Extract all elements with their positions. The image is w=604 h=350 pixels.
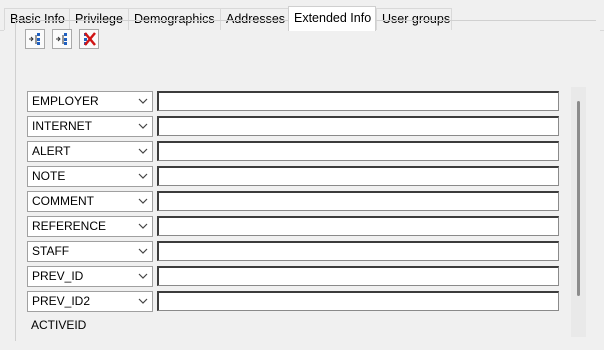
- field-value-input[interactable]: [157, 91, 559, 111]
- chevron-down-icon: [138, 198, 148, 204]
- insert-field-icon: [56, 33, 67, 45]
- scrollbar-thumb[interactable]: [577, 101, 580, 296]
- delete-field-button[interactable]: [79, 29, 99, 49]
- field-key-select[interactable]: PREV_ID: [27, 266, 153, 287]
- insert-field-button[interactable]: [52, 29, 72, 49]
- field-key-label: NOTE: [32, 169, 66, 183]
- field-key-label-partial: ACTIVEID: [31, 318, 87, 332]
- field-value-input[interactable]: [157, 141, 559, 161]
- field-key-label: PREV_ID: [32, 269, 84, 283]
- field-value-input[interactable]: [157, 241, 559, 261]
- chevron-down-icon: [138, 248, 148, 254]
- field-key-label: REFERENCE: [32, 219, 107, 233]
- tab-extended-info[interactable]: Extended Info: [288, 6, 376, 31]
- field-key-select[interactable]: EMPLOYER: [27, 91, 153, 112]
- field-key-label: COMMENT: [32, 194, 94, 208]
- chevron-down-icon: [138, 273, 148, 279]
- chevron-down-icon: [138, 123, 148, 129]
- field-key-select[interactable]: INTERNET: [27, 116, 153, 137]
- field-key-select[interactable]: REFERENCE: [27, 216, 153, 237]
- field-key-label: EMPLOYER: [32, 94, 99, 108]
- field-key-select[interactable]: PREV_ID2: [27, 291, 153, 312]
- field-key-label: PREV_ID2: [32, 294, 91, 308]
- add-field-icon: [29, 33, 40, 45]
- field-key-label: ALERT: [32, 144, 71, 158]
- chevron-down-icon: [138, 223, 148, 229]
- chevron-down-icon: [138, 98, 148, 104]
- add-field-button[interactable]: [25, 29, 45, 49]
- field-key-select[interactable]: NOTE: [27, 166, 153, 187]
- field-key-select[interactable]: STAFF: [27, 241, 153, 262]
- field-value-input[interactable]: [157, 266, 559, 286]
- vertical-scrollbar[interactable]: [571, 87, 586, 337]
- field-key-select[interactable]: ALERT: [27, 141, 153, 162]
- chevron-down-icon: [138, 148, 148, 154]
- chevron-down-icon: [138, 298, 148, 304]
- chevron-down-icon: [138, 173, 148, 179]
- delete-field-icon: [84, 32, 96, 46]
- field-key-label: INTERNET: [32, 119, 92, 133]
- field-value-input[interactable]: [157, 291, 559, 311]
- field-key-label: STAFF: [32, 244, 70, 258]
- field-value-input[interactable]: [157, 216, 559, 236]
- field-value-input[interactable]: [157, 166, 559, 186]
- field-key-select[interactable]: COMMENT: [27, 191, 153, 212]
- field-value-input[interactable]: [157, 191, 559, 211]
- field-value-input[interactable]: [157, 116, 559, 136]
